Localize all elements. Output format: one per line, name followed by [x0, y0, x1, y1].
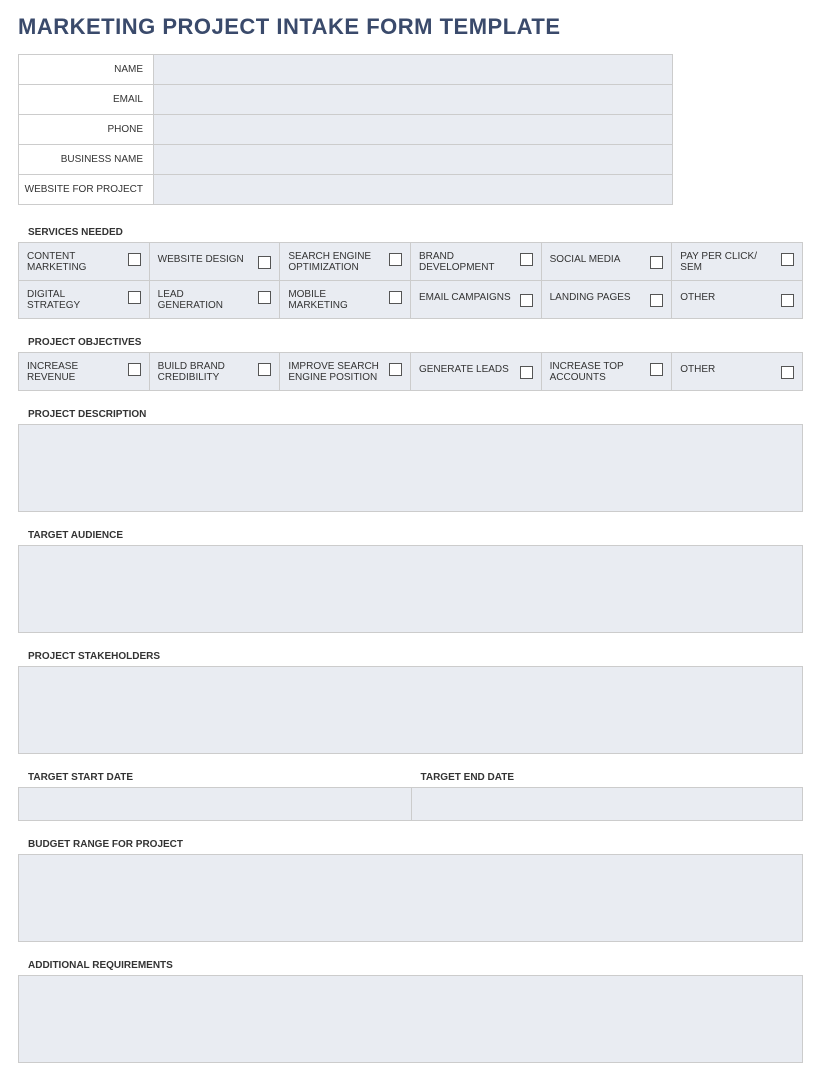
budget-header: BUDGET RANGE FOR PROJECT: [18, 835, 803, 854]
service-label: BRAND DEVELOPMENT: [419, 251, 513, 273]
label-phone: PHONE: [19, 115, 154, 145]
services-header: SERVICES NEEDED: [18, 223, 803, 242]
checkbox-brand-credibility[interactable]: [258, 363, 271, 376]
description-input[interactable]: [18, 424, 803, 512]
checkbox-brand-development[interactable]: [520, 253, 533, 266]
label-name: NAME: [19, 55, 154, 85]
start-date-input[interactable]: [18, 787, 411, 821]
checkbox-ppc-sem[interactable]: [781, 253, 794, 266]
label-business-name: BUSINESS NAME: [19, 145, 154, 175]
end-date-header: TARGET END DATE: [411, 768, 804, 787]
objective-label: OTHER: [680, 364, 774, 375]
checkbox-seo[interactable]: [389, 253, 402, 266]
objective-label: BUILD BRAND CREDIBILITY: [158, 361, 252, 383]
end-date-input[interactable]: [411, 787, 804, 821]
form-title: MARKETING PROJECT INTAKE FORM TEMPLATE: [18, 14, 803, 40]
service-label: WEBSITE DESIGN: [158, 254, 252, 265]
budget-input[interactable]: [18, 854, 803, 942]
objectives-header: PROJECT OBJECTIVES: [18, 333, 803, 352]
stakeholders-input[interactable]: [18, 666, 803, 754]
objective-label: INCREASE REVENUE: [27, 361, 121, 383]
info-table: NAME EMAIL PHONE BUSINESS NAME WEBSITE F…: [18, 54, 673, 205]
service-label: CONTENT MARKETING: [27, 251, 121, 273]
service-label: LANDING PAGES: [550, 292, 644, 303]
service-label: DIGITAL STRATEGY: [27, 289, 121, 311]
input-website[interactable]: [154, 175, 673, 205]
checkbox-digital-strategy[interactable]: [128, 291, 141, 304]
checkbox-generate-leads[interactable]: [520, 366, 533, 379]
audience-input[interactable]: [18, 545, 803, 633]
checkbox-increase-revenue[interactable]: [128, 363, 141, 376]
service-label: PAY PER CLICK/ SEM: [680, 251, 774, 273]
objective-label: INCREASE TOP ACCOUNTS: [550, 361, 644, 383]
objective-label: GENERATE LEADS: [419, 364, 513, 375]
start-date-header: TARGET START DATE: [18, 768, 411, 787]
input-phone[interactable]: [154, 115, 673, 145]
input-name[interactable]: [154, 55, 673, 85]
checkbox-social-media[interactable]: [650, 256, 663, 269]
label-website: WEBSITE FOR PROJECT: [19, 175, 154, 205]
additional-input[interactable]: [18, 975, 803, 1063]
audience-header: TARGET AUDIENCE: [18, 526, 803, 545]
date-row: TARGET START DATE TARGET END DATE: [18, 768, 803, 821]
checkbox-lead-generation[interactable]: [258, 291, 271, 304]
objectives-table: INCREASE REVENUE BUILD BRAND CREDIBILITY…: [18, 352, 803, 391]
checkbox-mobile-marketing[interactable]: [389, 291, 402, 304]
checkbox-email-campaigns[interactable]: [520, 294, 533, 307]
description-header: PROJECT DESCRIPTION: [18, 405, 803, 424]
service-label: MOBILE MARKETING: [288, 289, 382, 311]
input-business-name[interactable]: [154, 145, 673, 175]
checkbox-service-other[interactable]: [781, 294, 794, 307]
services-table: CONTENT MARKETING WEBSITE DESIGN SEARCH …: [18, 242, 803, 319]
checkbox-objective-other[interactable]: [781, 366, 794, 379]
checkbox-top-accounts[interactable]: [650, 363, 663, 376]
checkbox-landing-pages[interactable]: [650, 294, 663, 307]
checkbox-content-marketing[interactable]: [128, 253, 141, 266]
checkbox-website-design[interactable]: [258, 256, 271, 269]
objective-label: IMPROVE SEARCH ENGINE POSITION: [288, 361, 382, 383]
service-label: OTHER: [680, 292, 774, 303]
service-label: SEARCH ENGINE OPTIMIZATION: [288, 251, 382, 273]
label-email: EMAIL: [19, 85, 154, 115]
service-label: SOCIAL MEDIA: [550, 254, 644, 265]
checkbox-search-position[interactable]: [389, 363, 402, 376]
stakeholders-header: PROJECT STAKEHOLDERS: [18, 647, 803, 666]
input-email[interactable]: [154, 85, 673, 115]
service-label: EMAIL CAMPAIGNS: [419, 292, 513, 303]
additional-header: ADDITIONAL REQUIREMENTS: [18, 956, 803, 975]
service-label: LEAD GENERATION: [158, 289, 252, 311]
